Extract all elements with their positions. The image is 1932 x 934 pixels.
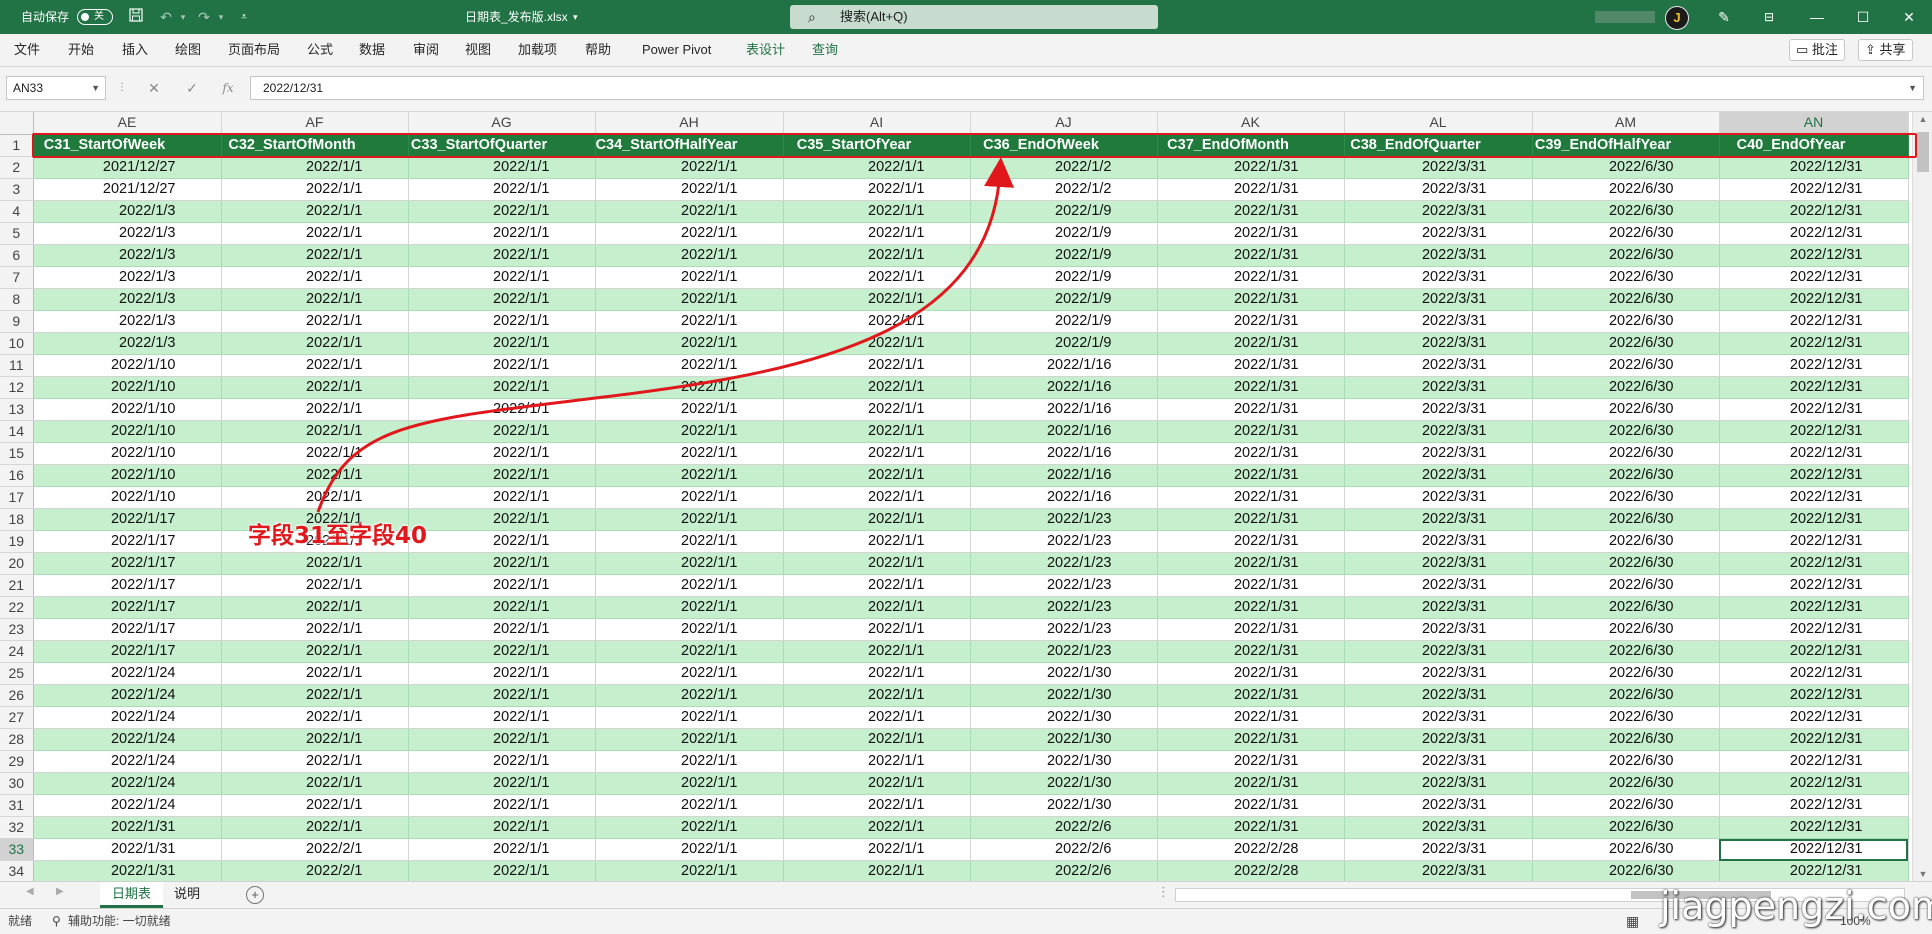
status-bar: 就绪 ⚲ 辅助功能: 一切就绪 ▦ 100% [0, 908, 1932, 934]
tab-splitter-icon[interactable]: ⋮ [1157, 884, 1170, 900]
sheet-tab-dates[interactable]: 日期表 [100, 882, 164, 908]
annotation-label: 字段31至字段40 [248, 523, 428, 549]
watermark: jiagpengzi.com [1660, 884, 1932, 928]
sheet-tab-notes[interactable]: 说明 [162, 882, 212, 908]
next-sheet-icon[interactable]: ▶ [56, 886, 64, 897]
sheet-tab-bar: ◀ ▶ 日期表 说明 + ⋮ [0, 881, 1932, 909]
normal-view-icon[interactable]: ▦ [1626, 909, 1639, 934]
accessibility-icon[interactable]: ⚲ [52, 909, 61, 934]
annotation-arrow [316, 157, 1015, 513]
prev-sheet-icon[interactable]: ◀ [26, 886, 34, 897]
add-sheet-icon[interactable]: + [246, 886, 264, 904]
accessibility-status[interactable]: 辅助功能: 一切就绪 [68, 909, 171, 934]
ready-status: 就绪 [8, 914, 33, 928]
